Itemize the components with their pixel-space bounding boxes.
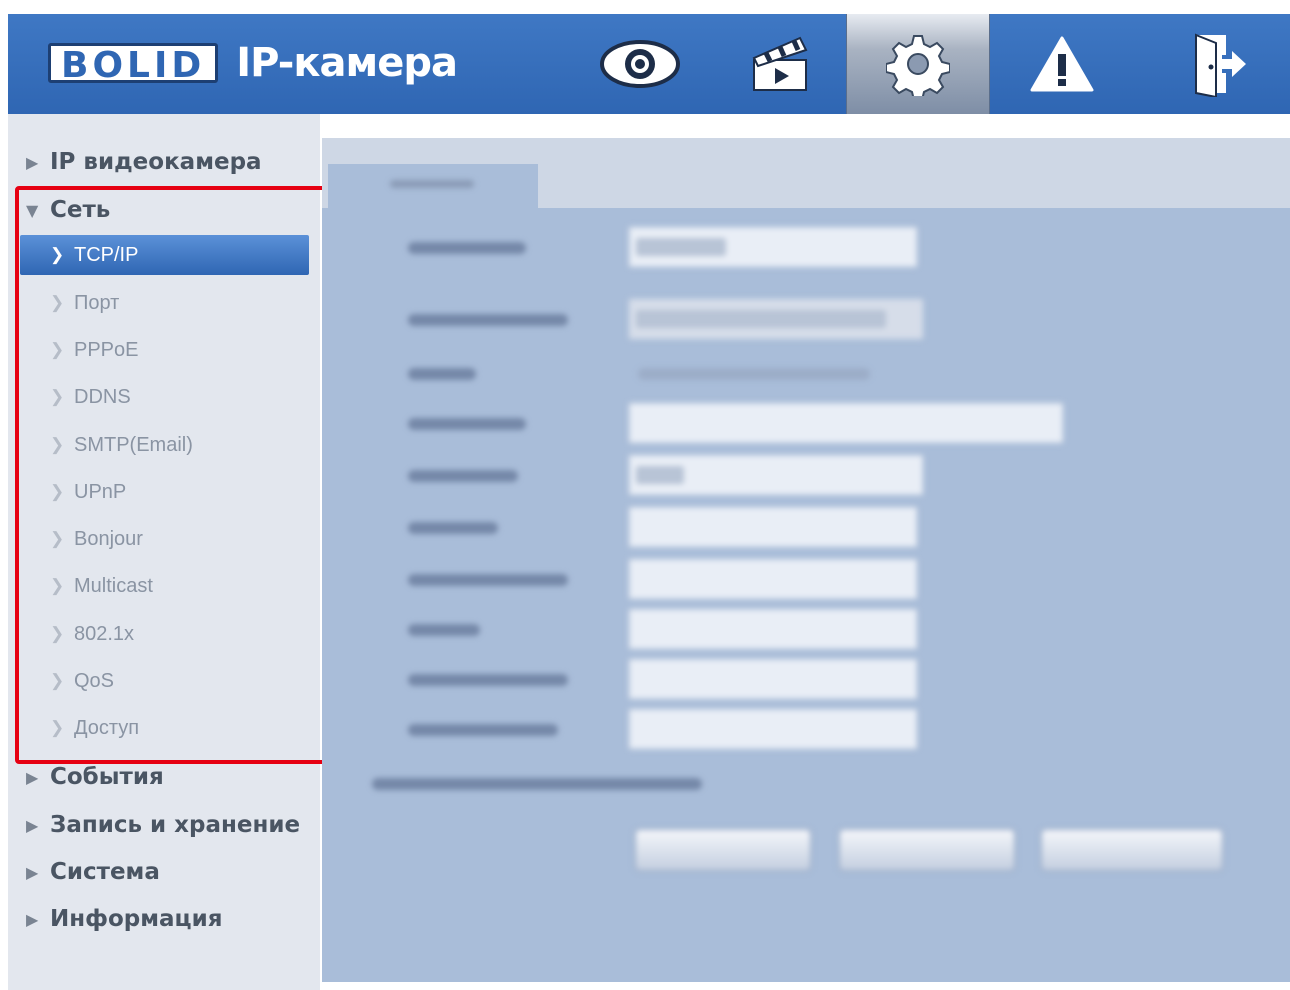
sidebar-item-access[interactable]: ❯ Доступ bbox=[20, 708, 309, 748]
field-label-blurred bbox=[408, 242, 526, 254]
sidebar-group-recording-storage[interactable]: ▶ Запись и хранение bbox=[26, 808, 300, 842]
tab-tcpip[interactable] bbox=[328, 164, 538, 208]
warning-icon bbox=[1030, 36, 1094, 92]
sidebar-item-upnp[interactable]: ❯ UPnP bbox=[20, 472, 309, 512]
field-label-blurred bbox=[408, 724, 558, 736]
ip-address-field[interactable] bbox=[628, 506, 918, 548]
sidebar-item-label: SMTP(Email) bbox=[74, 433, 193, 456]
bolid-logo: BOLID bbox=[48, 43, 219, 86]
sidebar-item-label: PPPoE bbox=[74, 338, 139, 361]
button-blurred[interactable] bbox=[1040, 828, 1224, 872]
sidebar-group-label: Сеть bbox=[50, 197, 111, 223]
triangle-right-icon: ▶ bbox=[26, 862, 39, 882]
chevron-right-icon: ❯ bbox=[50, 435, 65, 454]
triangle-down-icon: ▼ bbox=[26, 200, 39, 220]
button-blurred[interactable] bbox=[634, 828, 812, 872]
nav-alarm-button[interactable] bbox=[990, 14, 1134, 114]
chevron-right-icon: ❯ bbox=[50, 245, 65, 264]
tab-label-blurred bbox=[390, 180, 474, 188]
subnet-mask-field[interactable] bbox=[628, 558, 918, 600]
chevron-right-icon: ❯ bbox=[50, 293, 65, 312]
sidebar-item-pppoe[interactable]: ❯ PPPoE bbox=[20, 330, 309, 370]
chevron-right-icon: ❯ bbox=[50, 671, 65, 690]
top-header-bar: BOLID IP-камера bbox=[8, 14, 1290, 114]
sidebar-item-label: Порт bbox=[74, 291, 120, 314]
triangle-right-icon: ▶ bbox=[26, 767, 39, 787]
sidebar-group-label: Информация bbox=[50, 906, 223, 932]
tab-bar bbox=[322, 138, 1290, 208]
sidebar-item-label: Bonjour bbox=[74, 527, 143, 550]
primary-dns-field[interactable] bbox=[628, 658, 918, 700]
sidebar-group-information[interactable]: ▶ Информация bbox=[26, 902, 222, 936]
sidebar-group-label: Запись и хранение bbox=[50, 812, 301, 838]
sidebar-item-label: 802.1x bbox=[74, 622, 135, 645]
chevron-right-icon: ❯ bbox=[50, 482, 65, 501]
nav-playback-button[interactable] bbox=[708, 14, 852, 114]
sidebar-item-qos[interactable]: ❯ QoS bbox=[20, 661, 309, 701]
network-card-select[interactable] bbox=[628, 298, 924, 340]
mac-address-field[interactable] bbox=[628, 402, 1064, 444]
secondary-dns-field[interactable] bbox=[628, 708, 918, 750]
main-content bbox=[322, 114, 1290, 990]
sidebar-group-label: IP видеокамера bbox=[50, 149, 262, 175]
sidebar-item-smtp[interactable]: ❯ SMTP(Email) bbox=[20, 425, 309, 465]
ip-version-select[interactable] bbox=[628, 454, 924, 496]
clapperboard-icon bbox=[752, 36, 808, 91]
sidebar-item-port[interactable]: ❯ Порт bbox=[20, 283, 309, 323]
chevron-right-icon: ❯ bbox=[50, 529, 65, 548]
sidebar-item-ddns[interactable]: ❯ DDNS bbox=[20, 377, 309, 417]
button-blurred[interactable] bbox=[838, 828, 1016, 872]
field-label-blurred bbox=[408, 418, 526, 430]
app-title: IP-камера bbox=[236, 40, 458, 86]
sidebar-item-tcpip[interactable]: ❯ TCP/IP bbox=[20, 235, 309, 275]
sidebar-item-label: Multicast bbox=[74, 574, 153, 597]
chevron-right-icon: ❯ bbox=[50, 340, 65, 359]
eye-icon bbox=[600, 40, 680, 88]
sidebar-item-label: QoS bbox=[74, 669, 115, 692]
sidebar-item-multicast[interactable]: ❯ Multicast bbox=[20, 566, 309, 606]
gateway-field[interactable] bbox=[628, 608, 918, 650]
chevron-right-icon: ❯ bbox=[50, 624, 65, 643]
mode-radio-group[interactable] bbox=[638, 368, 870, 380]
sidebar-group-label: Система bbox=[50, 859, 160, 885]
field-label-blurred bbox=[408, 574, 568, 586]
nav-settings-button[interactable] bbox=[846, 14, 990, 114]
sidebar-group-label: События bbox=[50, 764, 164, 790]
field-label-blurred bbox=[408, 314, 568, 326]
sidebar-item-label: UPnP bbox=[74, 480, 127, 503]
sidebar-group-ip-camera[interactable]: ▶ IP видеокамера bbox=[26, 145, 262, 179]
sidebar-item-label: Доступ bbox=[74, 716, 140, 739]
hostname-field[interactable] bbox=[628, 226, 918, 268]
sidebar-group-system[interactable]: ▶ Система bbox=[26, 855, 160, 889]
nav-logout-button[interactable] bbox=[1146, 14, 1290, 114]
field-label-blurred bbox=[408, 522, 498, 534]
exit-icon bbox=[1195, 33, 1246, 97]
field-label-blurred bbox=[408, 470, 518, 482]
field-label-blurred bbox=[408, 368, 476, 380]
triangle-right-icon: ▶ bbox=[26, 152, 39, 172]
triangle-right-icon: ▶ bbox=[26, 815, 39, 835]
sidebar-item-label: DDNS bbox=[74, 385, 131, 408]
sidebar-item-8021x[interactable]: ❯ 802.1x bbox=[20, 614, 309, 654]
sidebar-group-events[interactable]: ▶ События bbox=[26, 760, 164, 794]
app-logo: BOLID IP-камера bbox=[48, 40, 458, 86]
chevron-right-icon: ❯ bbox=[50, 576, 65, 595]
sidebar-group-network[interactable]: ▼ Сеть bbox=[26, 193, 110, 227]
settings-panel bbox=[322, 138, 1290, 982]
checkbox-row-blurred[interactable] bbox=[372, 778, 702, 790]
sidebar-item-bonjour[interactable]: ❯ Bonjour bbox=[20, 519, 309, 559]
sidebar-item-label: TCP/IP bbox=[74, 243, 139, 266]
field-label-blurred bbox=[408, 674, 568, 686]
field-label-blurred bbox=[408, 624, 480, 636]
gear-icon bbox=[886, 35, 950, 96]
chevron-right-icon: ❯ bbox=[50, 718, 65, 737]
nav-live-view-button[interactable] bbox=[568, 14, 712, 114]
triangle-right-icon: ▶ bbox=[26, 909, 39, 929]
chevron-right-icon: ❯ bbox=[50, 387, 65, 406]
